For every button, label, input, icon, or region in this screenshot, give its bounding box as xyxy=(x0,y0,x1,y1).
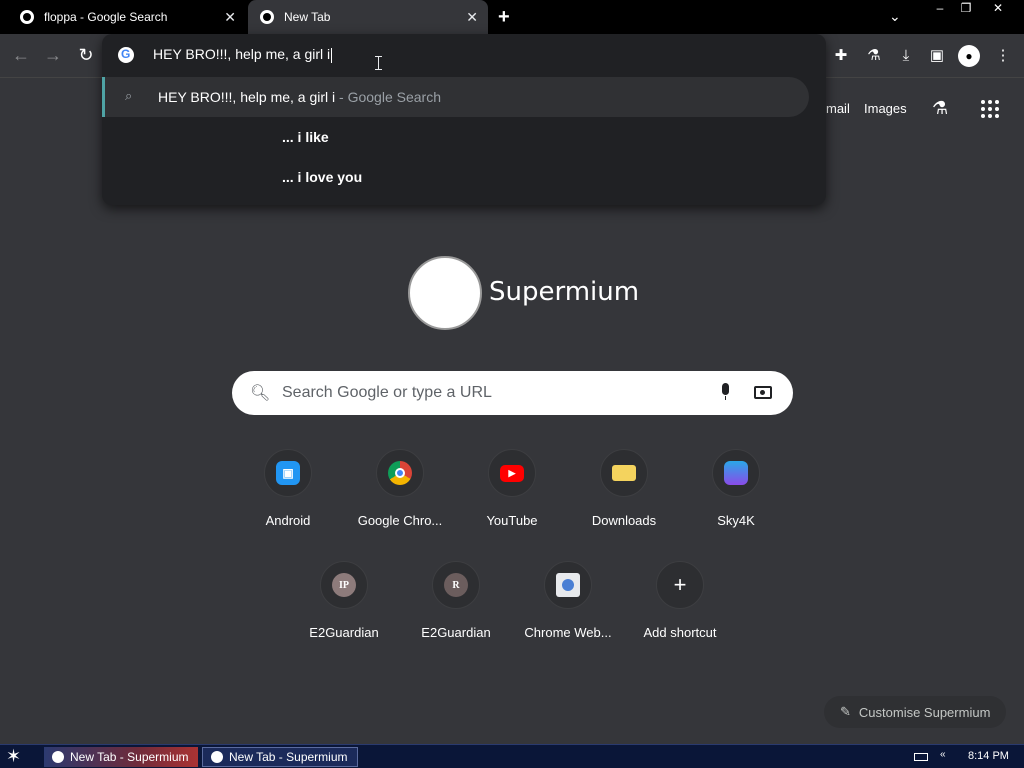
close-icon[interactable]: ✕ xyxy=(224,9,236,26)
shortcut-label: YouTube xyxy=(486,513,538,528)
google-g-icon xyxy=(118,47,134,63)
taskbar-item-1[interactable]: New Tab - Supermium xyxy=(44,747,198,767)
e2guardian-icon: IP xyxy=(332,573,356,597)
labs-flask-icon[interactable]: ⚗ xyxy=(932,98,948,119)
close-icon[interactable]: ✕ xyxy=(466,9,478,26)
shortcut-downloads[interactable]: Downloads xyxy=(568,449,680,555)
shortcut-label: Google Chro... xyxy=(357,513,443,528)
search-input[interactable] xyxy=(282,382,702,404)
shortcut-label: Android xyxy=(265,513,311,528)
extensions-puzzle-icon[interactable]: ✚ xyxy=(830,45,852,67)
new-tab-plus-icon[interactable]: + xyxy=(498,6,510,29)
apps-grid-icon[interactable] xyxy=(981,100,999,118)
customise-button[interactable]: ✎ Customise Supermium xyxy=(824,696,1006,728)
tab-floppa-search[interactable]: floppa - Google Search ✕ xyxy=(0,0,246,34)
shortcut-add[interactable]: + Add shortcut xyxy=(624,561,736,667)
e2guardian-icon: R xyxy=(444,573,468,597)
google-favicon-icon xyxy=(20,10,34,24)
youtube-icon: ▶ xyxy=(500,464,524,482)
side-panel-icon[interactable]: ▣ xyxy=(926,45,948,67)
shortcut-android[interactable]: ▣ Android xyxy=(232,449,344,555)
forward-arrow-icon[interactable]: → xyxy=(42,44,64,66)
microphone-icon[interactable] xyxy=(719,383,731,401)
shortcut-chrome-web-store[interactable]: Chrome Web... xyxy=(512,561,624,667)
profile-avatar-icon[interactable]: ● xyxy=(958,45,980,67)
pencil-icon: ✎ xyxy=(840,704,851,719)
suggestion-i-like[interactable]: ... i like xyxy=(282,129,329,145)
omnibox-popup: HEY BRO!!!, help me, a girl i ⌕ HEY BRO!… xyxy=(102,34,826,205)
images-link[interactable]: Images xyxy=(864,101,907,116)
downloads-folder-icon xyxy=(612,465,636,481)
suggestion-text: HEY BRO!!!, help me, a girl i xyxy=(158,89,336,105)
logo-icon xyxy=(408,256,482,330)
gmail-link[interactable]: mail xyxy=(826,101,850,116)
tab-new-tab[interactable]: New Tab ✕ xyxy=(248,0,488,34)
taskbar-item-label: New Tab - Supermium xyxy=(70,750,189,764)
search-icon: 🔍︎ xyxy=(250,385,271,402)
download-icon[interactable]: ⤓ xyxy=(895,45,917,67)
text-cursor-icon xyxy=(375,56,382,70)
minimize-icon[interactable]: – xyxy=(926,0,954,18)
tab-title: floppa - Google Search xyxy=(44,10,168,24)
search-icon: ⌕ xyxy=(125,88,133,103)
sky4k-icon xyxy=(724,461,748,485)
shortcut-label: E2Guardian xyxy=(309,625,379,640)
shortcut-youtube[interactable]: ▶ YouTube xyxy=(456,449,568,555)
android-icon: ▣ xyxy=(276,461,300,485)
keyboard-icon[interactable] xyxy=(914,753,928,761)
shortcut-sky4k[interactable]: Sky4K xyxy=(680,449,792,555)
camera-lens-icon[interactable] xyxy=(754,386,772,399)
search-box: 🔍︎ xyxy=(232,371,793,415)
shortcut-label: Sky4K xyxy=(717,513,755,528)
shortcut-e2guardian-2[interactable]: R E2Guardian xyxy=(400,561,512,667)
customise-label: Customise Supermium xyxy=(858,704,991,720)
window-close-icon[interactable]: ✕ xyxy=(984,0,1012,18)
plus-icon: + xyxy=(673,572,687,597)
tab-strip: floppa - Google Search ✕ New Tab ✕ + ⌄ –… xyxy=(0,0,1024,34)
address-bar-input[interactable]: HEY BRO!!!, help me, a girl i xyxy=(153,46,333,63)
tray-chevron-icon[interactable]: « xyxy=(940,749,946,760)
tab-title: New Tab xyxy=(284,10,331,24)
labs-flask-icon[interactable]: ⚗ xyxy=(863,45,885,67)
taskbar: ✶ New Tab - Supermium New Tab - Supermiu… xyxy=(0,744,1024,768)
restore-icon[interactable]: ❐ xyxy=(952,0,980,18)
shortcut-label: Chrome Web... xyxy=(524,625,612,640)
chrome-web-store-icon xyxy=(556,573,580,597)
shortcut-e2guardian-1[interactable]: IP E2Guardian xyxy=(288,561,400,667)
start-star-icon[interactable]: ✶ xyxy=(6,746,21,767)
shortcut-label: Downloads xyxy=(591,513,657,528)
reload-icon[interactable]: ↻ xyxy=(75,44,97,66)
chevron-down-icon[interactable]: ⌄ xyxy=(889,8,901,25)
chrome-icon xyxy=(211,751,223,763)
shortcut-label: E2Guardian xyxy=(421,625,491,640)
chrome-favicon-icon xyxy=(260,10,274,24)
shortcut-google-chrome[interactable]: Google Chro... xyxy=(344,449,456,555)
suggestion-search[interactable]: ⌕ HEY BRO!!!, help me, a girl i - Google… xyxy=(102,77,809,117)
menu-kebab-icon[interactable]: ⋮ xyxy=(992,45,1014,67)
taskbar-item-2[interactable]: New Tab - Supermium xyxy=(202,747,358,767)
logo-text: Supermium xyxy=(489,277,640,307)
suggestion-i-love-you[interactable]: ... i love you xyxy=(282,169,362,185)
suggestion-suffix: - Google Search xyxy=(335,89,441,105)
shortcut-label: Add shortcut xyxy=(643,625,717,640)
back-arrow-icon[interactable]: ← xyxy=(10,44,32,66)
chrome-icon xyxy=(52,751,64,763)
taskbar-item-label: New Tab - Supermium xyxy=(229,750,348,764)
chrome-icon xyxy=(388,461,412,485)
clock[interactable]: 8:14 PM xyxy=(968,750,1009,762)
